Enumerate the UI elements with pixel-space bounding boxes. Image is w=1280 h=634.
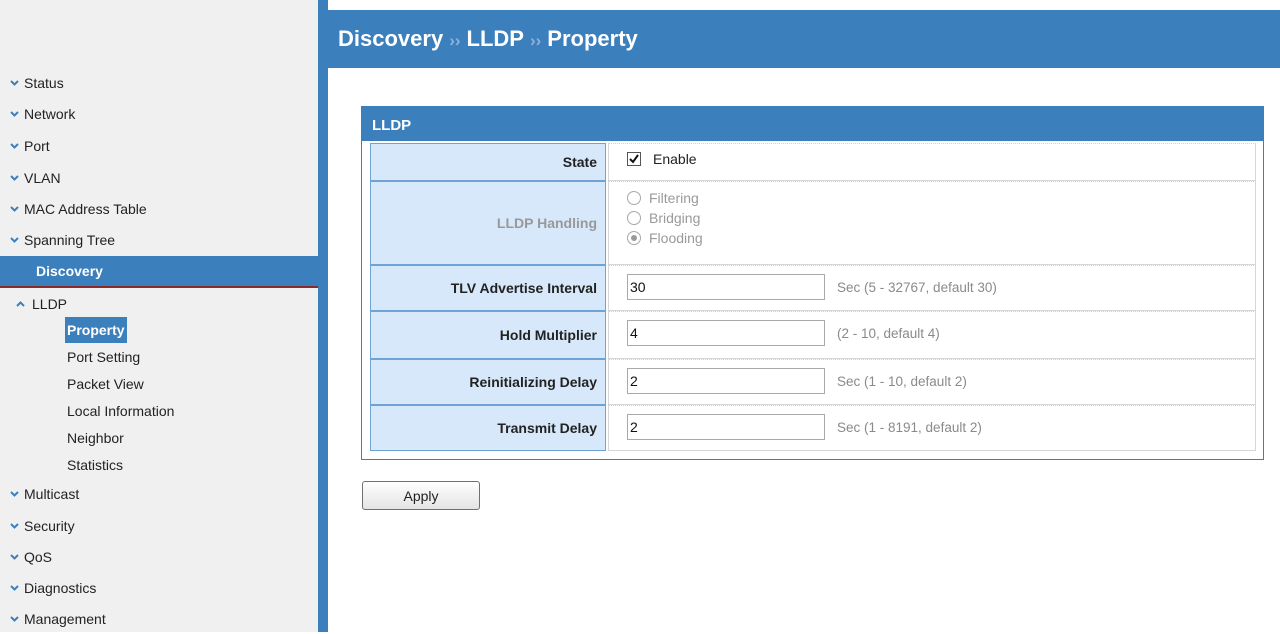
transmit-delay-label: Transmit Delay <box>370 405 606 451</box>
transmit-delay-input[interactable] <box>627 414 825 440</box>
state-value-cell: Enable <box>608 143 1256 181</box>
nav-label: Status <box>24 75 64 91</box>
nav-label: MAC Address Table <box>24 201 147 217</box>
chevron-down-icon <box>10 479 20 509</box>
hold-multiplier-row: Hold Multiplier (2 - 10, default 4) <box>370 311 1256 359</box>
nav-label: Management <box>24 611 106 627</box>
radio-circle-icon <box>627 211 641 225</box>
hold-multiplier-label: Hold Multiplier <box>370 311 606 359</box>
reinit-delay-input[interactable] <box>627 368 825 394</box>
nav-qos[interactable]: QoS <box>0 542 318 572</box>
state-label: State <box>370 143 606 181</box>
tlv-interval-input[interactable] <box>627 274 825 300</box>
lldp-handling-value-cell: Filtering Bridging Flooding <box>608 181 1256 265</box>
nav-port[interactable]: Port <box>0 131 318 161</box>
state-row: State Enable <box>370 143 1256 181</box>
sidebar-divider <box>318 0 328 632</box>
reinit-delay-hint: Sec (1 - 10, default 2) <box>837 374 967 389</box>
transmit-delay-hint: Sec (1 - 8191, default 2) <box>837 420 982 435</box>
chevron-down-icon <box>10 99 20 129</box>
sub-item-local-information[interactable]: Local Information <box>0 398 318 424</box>
sub-item-neighbor[interactable]: Neighbor <box>0 425 318 451</box>
nav-status[interactable]: Status <box>0 68 318 98</box>
sub-item-packet-view[interactable]: Packet View <box>0 371 318 397</box>
nav-label: QoS <box>24 549 53 565</box>
breadcrumb-lldp: LLDP <box>466 26 524 51</box>
sub-item-port-setting[interactable]: Port Setting <box>0 344 318 370</box>
hold-multiplier-input[interactable] <box>627 320 825 346</box>
nav-multicast[interactable]: Multicast <box>0 479 318 509</box>
sidebar: Status Network Port VLAN MAC Address Tab… <box>0 0 318 632</box>
breadcrumb-separator: ›› <box>449 31 461 50</box>
radio-selected-icon <box>627 231 641 245</box>
nav-label: Security <box>24 518 75 534</box>
breadcrumb-property: Property <box>547 26 638 51</box>
chevron-down-icon <box>10 573 20 603</box>
sub-item-label: Port Setting <box>67 349 141 365</box>
nav-label: Discovery <box>36 263 103 279</box>
nav-label: Spanning Tree <box>24 232 116 248</box>
panel-title: LLDP <box>362 107 1263 141</box>
radio-flooding[interactable]: Flooding <box>627 230 703 246</box>
tlv-interval-row: TLV Advertise Interval Sec (5 - 32767, d… <box>370 265 1256 311</box>
reinit-delay-label: Reinitializing Delay <box>370 359 606 405</box>
enable-checkbox-label[interactable]: Enable <box>653 151 697 167</box>
breadcrumb-separator: ›› <box>529 31 542 50</box>
sub-item-label: Neighbor <box>67 430 124 446</box>
nav-label: Multicast <box>24 486 80 502</box>
breadcrumb-discovery: Discovery <box>338 26 444 51</box>
nav-lldp[interactable]: LLDP <box>0 289 318 319</box>
hold-multiplier-value-cell: (2 - 10, default 4) <box>608 311 1256 359</box>
sub-item-property[interactable]: Property <box>0 317 318 343</box>
sub-item-label: Property <box>65 317 127 343</box>
lldp-panel: LLDP State Enable LLDP Handling Filterin… <box>361 106 1264 460</box>
nav-label: LLDP <box>32 296 68 312</box>
sub-item-label: Local Information <box>67 403 175 419</box>
chevron-down-icon <box>10 131 20 161</box>
reinit-delay-value-cell: Sec (1 - 10, default 2) <box>608 359 1256 405</box>
radio-bridging[interactable]: Bridging <box>627 210 700 226</box>
radio-label: Filtering <box>649 190 699 206</box>
transmit-delay-row: Transmit Delay Sec (1 - 8191, default 2) <box>370 405 1256 451</box>
radio-filtering[interactable]: Filtering <box>627 190 699 206</box>
lldp-handling-label: LLDP Handling <box>370 181 606 265</box>
nav-network[interactable]: Network <box>0 99 318 129</box>
tlv-interval-value-cell: Sec (5 - 32767, default 30) <box>608 265 1256 311</box>
sub-item-label: Statistics <box>67 457 124 473</box>
radio-label: Bridging <box>649 210 701 226</box>
nav-security[interactable]: Security <box>0 511 318 541</box>
reinit-delay-row: Reinitializing Delay Sec (1 - 10, defaul… <box>370 359 1256 405</box>
nav-label: Diagnostics <box>24 580 97 596</box>
sub-item-label: Packet View <box>67 376 144 392</box>
nav-label: VLAN <box>24 170 61 186</box>
nav-management[interactable]: Management <box>0 604 318 634</box>
nav-label: Network <box>24 106 76 122</box>
sub-item-statistics[interactable]: Statistics <box>0 452 318 478</box>
nav-discovery[interactable]: Discovery <box>0 256 318 288</box>
chevron-down-icon <box>10 511 20 541</box>
apply-button[interactable]: Apply <box>362 481 480 510</box>
nav-spanning-tree[interactable]: Spanning Tree <box>0 225 318 255</box>
radio-circle-icon <box>627 191 641 205</box>
page-header: Discovery ›› LLDP ›› Property <box>328 10 1280 68</box>
chevron-down-icon <box>10 194 20 224</box>
tlv-interval-label: TLV Advertise Interval <box>370 265 606 311</box>
breadcrumb: Discovery ›› LLDP ›› Property <box>338 10 638 68</box>
chevron-down-icon <box>10 542 20 572</box>
chevron-down-icon <box>10 604 20 634</box>
tlv-interval-hint: Sec (5 - 32767, default 30) <box>837 280 997 295</box>
radio-label: Flooding <box>649 230 703 246</box>
chevron-down-icon <box>10 68 20 98</box>
transmit-delay-value-cell: Sec (1 - 8191, default 2) <box>608 405 1256 451</box>
hold-multiplier-hint: (2 - 10, default 4) <box>837 326 940 341</box>
nav-mac-address-table[interactable]: MAC Address Table <box>0 194 318 224</box>
chevron-down-icon <box>10 225 20 255</box>
lldp-handling-row: LLDP Handling Filtering Bridging Floodin… <box>370 181 1256 265</box>
nav-label: Port <box>24 138 50 154</box>
chevron-down-icon <box>10 163 20 193</box>
nav-diagnostics[interactable]: Diagnostics <box>0 573 318 603</box>
enable-checkbox[interactable] <box>627 152 641 166</box>
nav-vlan[interactable]: VLAN <box>0 163 318 193</box>
